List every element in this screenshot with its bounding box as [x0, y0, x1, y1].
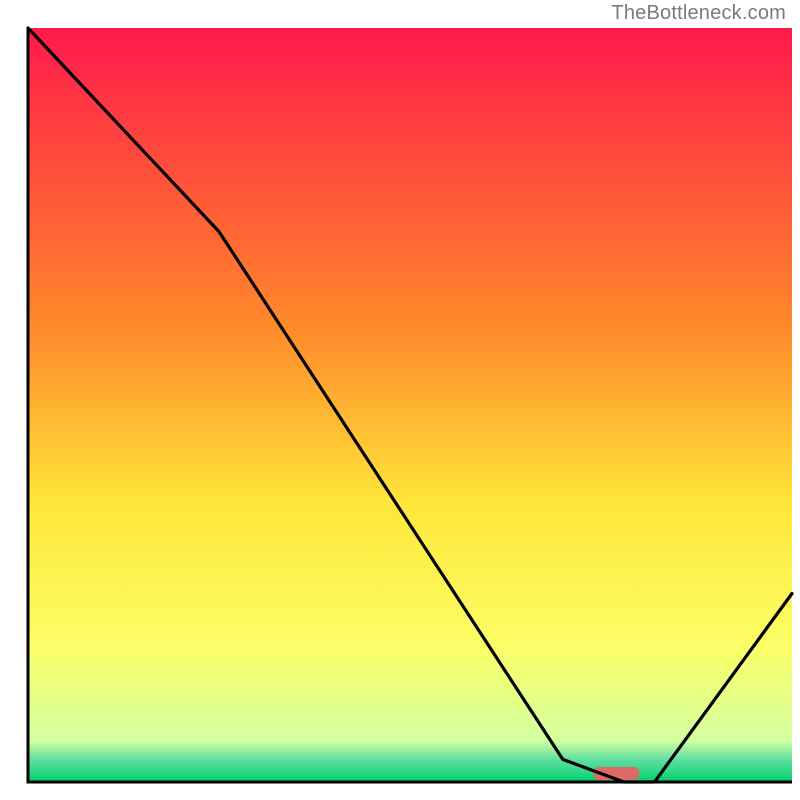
plot-background — [28, 28, 792, 782]
chart-container: TheBottleneck.com — [0, 0, 800, 800]
bottleneck-chart — [0, 0, 800, 800]
watermark-text: TheBottleneck.com — [611, 2, 786, 25]
